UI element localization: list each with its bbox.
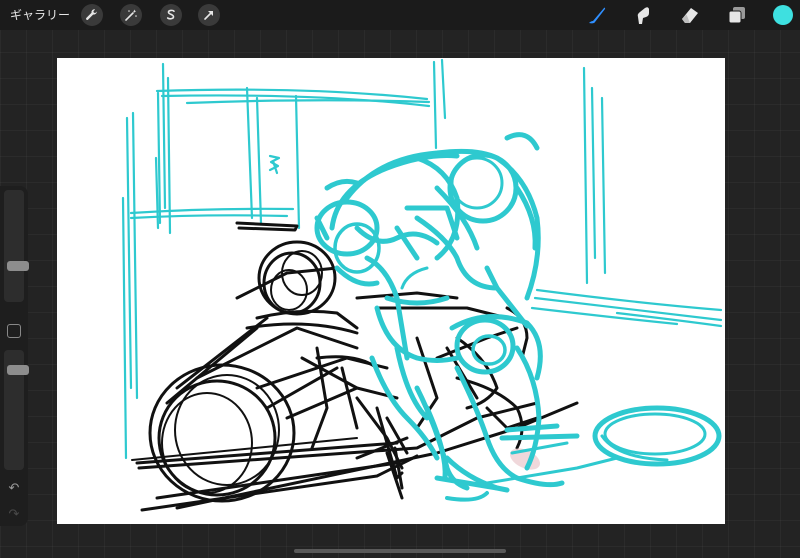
modify-button[interactable]: [7, 324, 21, 338]
undo-button[interactable]: ↶: [6, 482, 22, 496]
procreate-app: ギャラリー ↶ ↷: [0, 0, 800, 558]
actions-button[interactable]: [81, 4, 103, 26]
brush-size-slider[interactable]: [4, 190, 29, 302]
selection-button[interactable]: [160, 4, 182, 26]
wrench-icon: [86, 9, 97, 20]
gallery-button[interactable]: ギャラリー: [10, 6, 70, 24]
smudge-tool-button[interactable]: [631, 4, 655, 26]
home-indicator[interactable]: [294, 549, 506, 553]
transform-arrow-icon: [204, 11, 213, 20]
sketch-artwork: [121, 58, 723, 512]
opacity-slider[interactable]: [4, 350, 29, 470]
magic-wand-icon: [125, 9, 137, 21]
adjustments-button[interactable]: [120, 4, 142, 26]
top-toolbar: ギャラリー: [0, 0, 800, 30]
smudge-icon: [637, 7, 649, 24]
black-motorcycle-sketch: [131, 221, 579, 512]
opacity-thumb[interactable]: [7, 365, 29, 375]
drawing-canvas[interactable]: [57, 58, 725, 524]
transform-button[interactable]: [198, 4, 220, 26]
left-sidebar: ↶ ↷: [0, 186, 29, 526]
eraser-icon: [682, 8, 698, 23]
eraser-tool-button[interactable]: [678, 4, 702, 26]
selection-icon: [166, 9, 175, 20]
color-picker-button[interactable]: [773, 5, 793, 25]
brush-tool-button[interactable]: [585, 4, 609, 26]
layers-icon: [728, 7, 745, 24]
layers-button[interactable]: [725, 4, 749, 26]
redo-button[interactable]: ↷: [6, 508, 22, 522]
brush-size-thumb[interactable]: [7, 261, 29, 271]
brush-icon: [589, 7, 606, 24]
